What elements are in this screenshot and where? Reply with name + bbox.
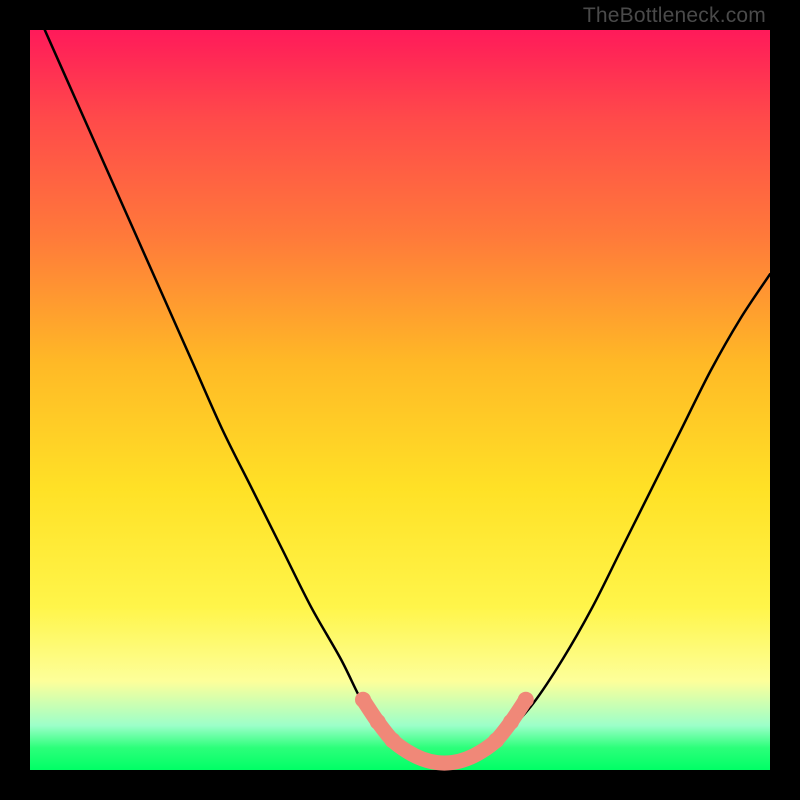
plot-area [30,30,770,770]
chart-svg [30,30,770,770]
valley-marker-dot [370,714,386,730]
valley-marker-dots [355,692,534,749]
chart-frame: TheBottleneck.com [0,0,800,800]
valley-marker-dot [488,732,504,748]
valley-marker-dot [385,732,401,748]
valley-marker [363,700,526,763]
valley-marker-dot [355,692,371,708]
left-curve [45,30,430,763]
right-curve [459,274,770,762]
valley-marker-dot [503,714,519,730]
valley-marker-dot [518,692,534,708]
watermark: TheBottleneck.com [583,4,766,28]
